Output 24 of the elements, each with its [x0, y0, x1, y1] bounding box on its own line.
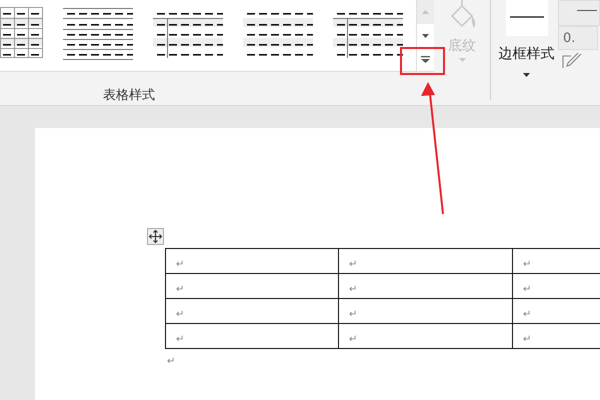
caret-down-icon	[422, 34, 429, 38]
group-label: 表格样式	[102, 87, 156, 105]
paragraph-mark: ↵	[523, 308, 532, 320]
paragraph-mark: ↵	[523, 284, 532, 294]
highlight-box	[400, 47, 445, 75]
paragraph-mark: ↵	[176, 258, 184, 270]
pencil-icon[interactable]	[562, 53, 582, 69]
move-icon	[149, 230, 162, 243]
paragraph-mark: ↵	[349, 258, 358, 270]
expand-icon	[421, 56, 430, 62]
caret-down-icon	[458, 58, 466, 62]
paragraph-mark: ↵	[176, 284, 184, 294]
caret-up-icon	[422, 10, 429, 14]
paragraph-mark: ↵	[349, 334, 358, 344]
caret-down-icon	[523, 73, 530, 77]
table-move-handle[interactable]	[147, 228, 164, 245]
paragraph-mark: ↵	[176, 334, 184, 344]
paragraph-mark: ↵	[349, 284, 358, 294]
paragraph-mark: ↵	[523, 334, 532, 344]
paragraph-mark: ↵	[167, 356, 176, 367]
paragraph-mark: ↵	[176, 308, 184, 320]
paragraph-mark: ↵	[523, 258, 532, 270]
line-weight-field[interactable]: 0.	[558, 26, 598, 50]
paragraph-mark: ↵	[349, 308, 358, 320]
